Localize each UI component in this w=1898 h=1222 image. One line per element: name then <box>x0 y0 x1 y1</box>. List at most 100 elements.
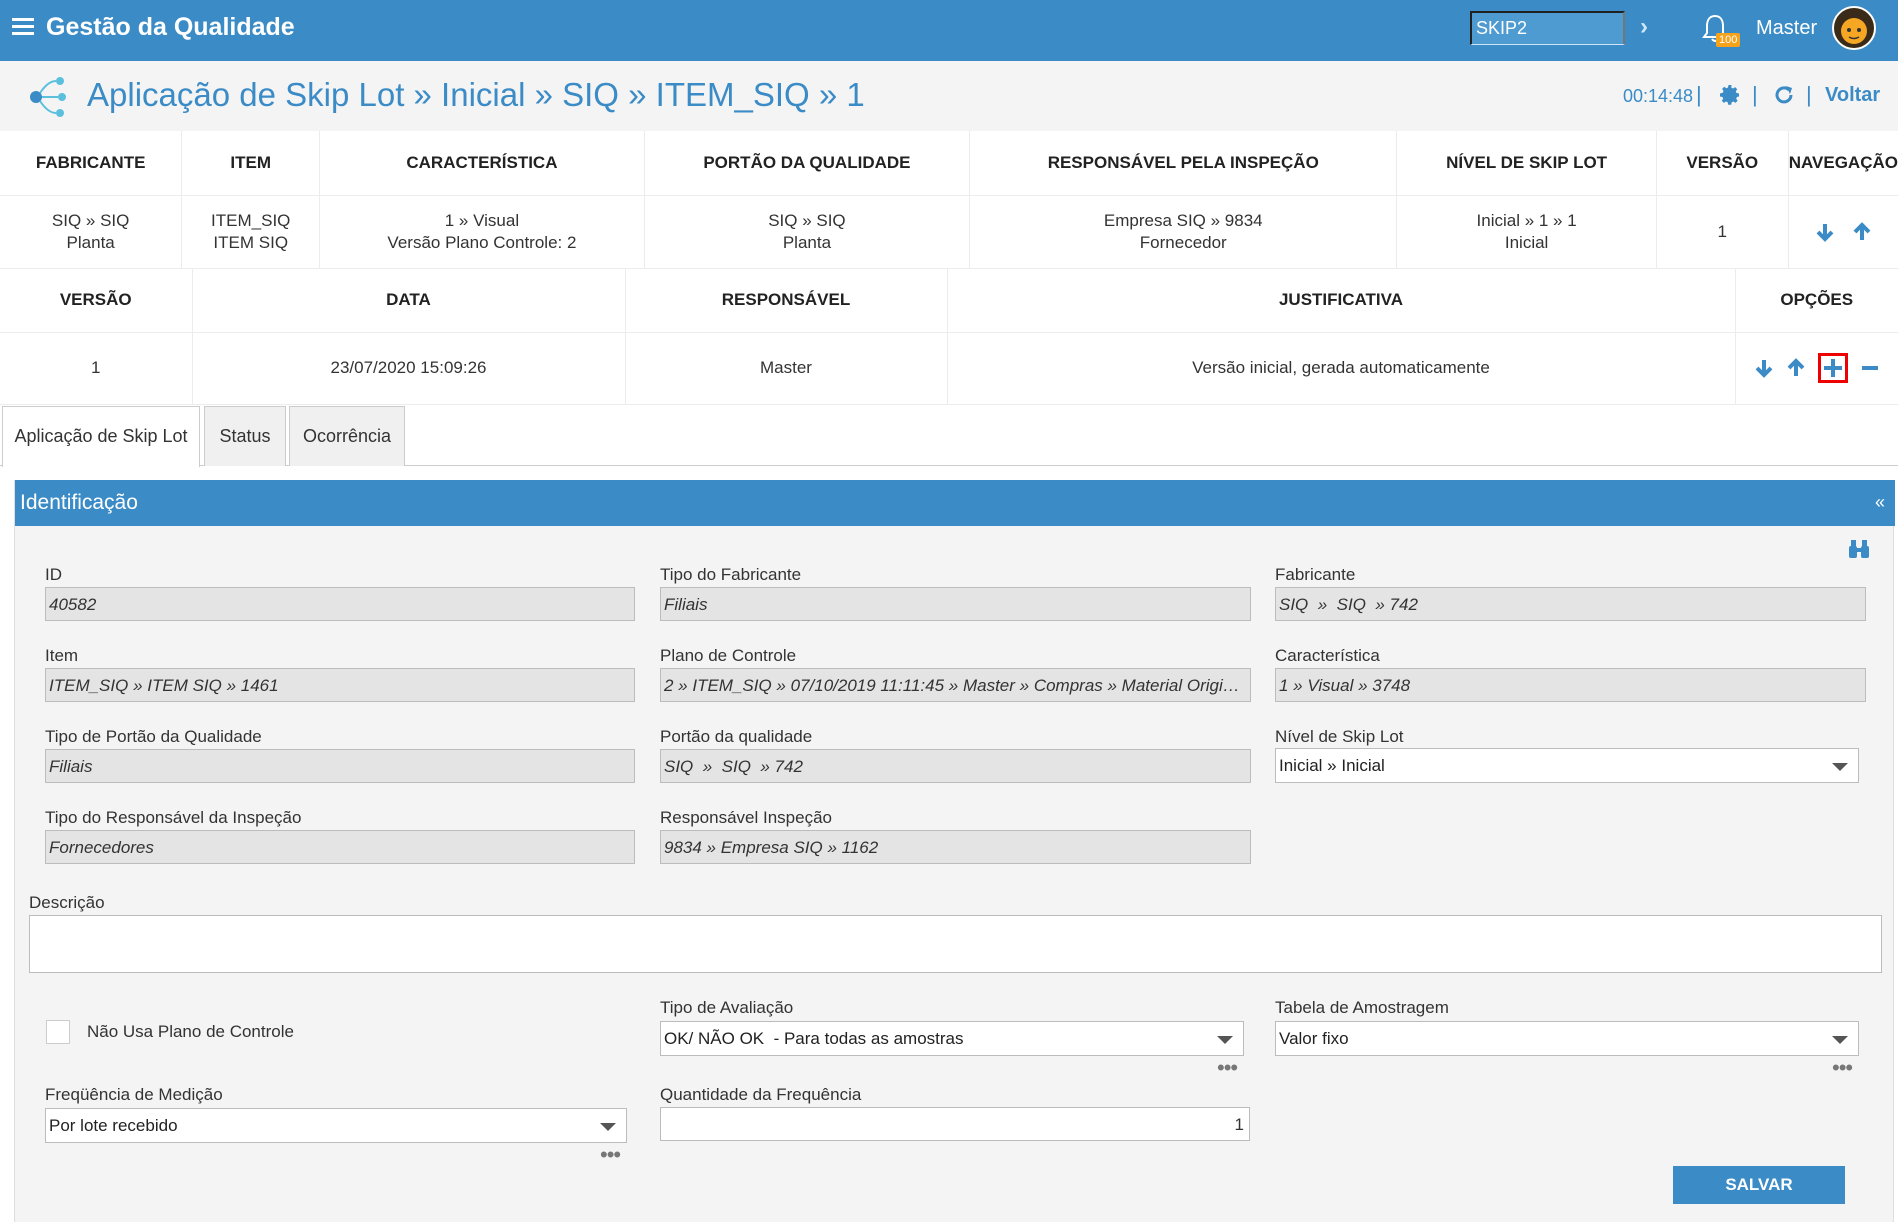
nao-usa-plano-label: Não Usa Plano de Controle <box>87 1022 294 1041</box>
separator: | <box>1696 82 1702 107</box>
back-link[interactable]: Voltar <box>1825 84 1880 107</box>
save-button[interactable]: SALVAR <box>1673 1166 1845 1204</box>
top-bar: Gestão da Qualidade › 100 Master <box>0 0 1898 61</box>
panel-title: Identificação <box>20 491 138 514</box>
summary-table: FABRICANTE ITEM CARACTERÍSTICA PORTÃO DA… <box>0 131 1898 269</box>
tabela-amostragem-label: Tabela de Amostragem <box>1275 998 1449 1017</box>
fabricante-label: Fabricante <box>1275 565 1356 584</box>
descricao-textarea[interactable] <box>29 915 1882 973</box>
tipo-portao-label: Tipo de Portão da Qualidade <box>45 727 262 746</box>
arrow-down-icon[interactable] <box>1753 357 1775 379</box>
session-timer: 00:14:48 <box>1623 86 1694 106</box>
nao-usa-plano-checkbox[interactable] <box>46 1020 70 1044</box>
version-table: VERSÃO DATA RESPONSÁVEL JUSTIFICATIVA OP… <box>0 268 1898 405</box>
descricao-label: Descrição <box>29 893 105 912</box>
table-row: SIQ » SIQ Planta ITEM_SIQ ITEM SIQ 1 » Vis… <box>0 195 1898 269</box>
item-field: ITEM_SIQ » ITEM SIQ » 1461 <box>45 668 635 702</box>
table-row: 1 23/07/2020 15:09:26 Master Versão inic… <box>0 332 1898 405</box>
more-icon[interactable]: ••• <box>1832 1057 1853 1079</box>
fabricante-field: SIQ » SIQ » 742 <box>1275 587 1866 621</box>
minus-icon[interactable] <box>1859 357 1881 379</box>
arrow-up-icon[interactable] <box>1851 221 1873 243</box>
column-header: OPÇÕES <box>1735 268 1898 333</box>
cell-justificativa: Versão inicial, gerada automaticamente <box>947 332 1736 405</box>
arrow-down-icon[interactable] <box>1814 221 1836 243</box>
app-title: Gestão da Qualidade <box>46 13 295 41</box>
frequencia-select[interactable]: Por lote recebido <box>45 1108 627 1143</box>
cell-responsavel: Empresa SIQ » 9834 Fornecedor <box>969 195 1398 269</box>
responsavel-label: Responsável Inspeção <box>660 808 833 827</box>
separator: | <box>1752 82 1758 107</box>
frequencia-value: Por lote recebido <box>49 1116 178 1135</box>
tab-ocorrencia[interactable]: Ocorrência <box>289 406 405 466</box>
cell-fabricante: SIQ » SIQ Planta <box>0 195 183 269</box>
portao-field: SIQ » SIQ » 742 <box>660 749 1251 783</box>
add-version-button[interactable] <box>1818 353 1849 383</box>
chevron-down-icon <box>600 1123 616 1131</box>
plano-controle-field: 2 » ITEM_SIQ » 07/10/2019 11:11:45 » Mas… <box>660 668 1251 702</box>
cell-responsavel: Master <box>625 332 948 405</box>
chevron-down-icon <box>1217 1036 1233 1044</box>
more-icon[interactable]: ••• <box>1217 1057 1238 1079</box>
tab-status[interactable]: Status <box>204 406 286 466</box>
column-header: NÍVEL DE SKIP LOT <box>1396 131 1657 196</box>
cell-data: 23/07/2020 15:09:26 <box>192 332 626 405</box>
column-header: VERSÃO <box>0 268 193 333</box>
quantidade-input[interactable]: 1 <box>660 1107 1250 1141</box>
cell-portao: SIQ » SIQ Planta <box>644 195 971 269</box>
plano-controle-label: Plano de Controle <box>660 646 797 665</box>
tabela-amostragem-value: Valor fixo <box>1279 1029 1349 1048</box>
more-icon[interactable]: ••• <box>600 1144 621 1166</box>
tipo-avaliacao-value: OK/ NÃO OK - Para todas as amostras <box>664 1029 964 1048</box>
column-header: ITEM <box>181 131 321 196</box>
nivel-skip-value: Inicial » Inicial <box>1279 756 1385 775</box>
tipo-fabricante-label: Tipo do Fabricante <box>660 565 802 584</box>
separator: | <box>1806 82 1812 107</box>
tab-bar: Aplicação de Skip Lot Status Ocorrência <box>0 406 1898 467</box>
hamburger-menu-icon[interactable] <box>12 18 34 36</box>
binoculars-icon[interactable] <box>1847 538 1871 560</box>
refresh-icon[interactable] <box>1772 83 1796 107</box>
page-header: Aplicação de Skip Lot » Inicial » SIQ » … <box>0 61 1898 131</box>
tipo-responsavel-label: Tipo do Responsável da Inspeção <box>45 808 302 827</box>
column-header: DATA <box>192 268 626 333</box>
cell-nivel: Inicial » 1 » 1 Inicial <box>1396 195 1657 269</box>
collapse-icon[interactable]: « <box>1875 492 1885 513</box>
arrow-up-icon[interactable] <box>1785 357 1807 379</box>
tabela-amostragem-select[interactable]: Valor fixo <box>1275 1021 1859 1056</box>
tipo-portao-field: Filiais <box>45 749 635 783</box>
column-header: CARACTERÍSTICA <box>319 131 645 196</box>
portao-label: Portão da qualidade <box>660 727 813 746</box>
frequencia-label: Freqüência de Medição <box>45 1085 223 1104</box>
column-header: FABRICANTE <box>0 131 183 196</box>
tipo-avaliacao-label: Tipo de Avaliação <box>660 998 794 1017</box>
cell-versao: 1 <box>1656 195 1789 269</box>
tipo-avaliacao-select[interactable]: OK/ NÃO OK - Para todas as amostras <box>660 1021 1244 1056</box>
caracteristica-label: Característica <box>1275 646 1380 665</box>
panel-header: Identificação « <box>15 480 1895 526</box>
caracteristica-field: 1 » Visual » 3748 <box>1275 668 1866 702</box>
cell-item: ITEM_SIQ ITEM SIQ <box>181 195 321 269</box>
tab-aplicacao-skip-lot[interactable]: Aplicação de Skip Lot <box>2 406 200 467</box>
chevron-right-icon[interactable]: › <box>1640 13 1648 41</box>
user-name[interactable]: Master <box>1756 17 1817 40</box>
item-label: Item <box>45 646 79 665</box>
avatar[interactable] <box>1832 6 1876 50</box>
cell-caracteristica: 1 » Visual Versão Plano Controle: 2 <box>319 195 645 269</box>
cell-versao: 1 <box>0 332 193 405</box>
global-search-input[interactable] <box>1470 11 1625 45</box>
nivel-skip-select[interactable]: Inicial » Inicial <box>1275 748 1859 783</box>
column-header: VERSÃO <box>1656 131 1789 196</box>
cell-navegacao <box>1788 195 1898 269</box>
column-header: RESPONSÁVEL PELA INSPEÇÃO <box>969 131 1398 196</box>
responsavel-field: 9834 » Empresa SIQ » 1162 <box>660 830 1251 864</box>
chevron-down-icon <box>1832 1036 1848 1044</box>
gear-icon[interactable] <box>1718 83 1742 107</box>
workflow-icon <box>30 77 66 117</box>
cell-opcoes <box>1735 332 1898 405</box>
column-header: JUSTIFICATIVA <box>947 268 1736 333</box>
id-field: 40582 <box>45 587 635 621</box>
column-header: NAVEGAÇÃO <box>1788 131 1898 196</box>
page-title: Aplicação de Skip Lot » Inicial » SIQ » … <box>87 76 865 113</box>
column-header: PORTÃO DA QUALIDADE <box>644 131 971 196</box>
